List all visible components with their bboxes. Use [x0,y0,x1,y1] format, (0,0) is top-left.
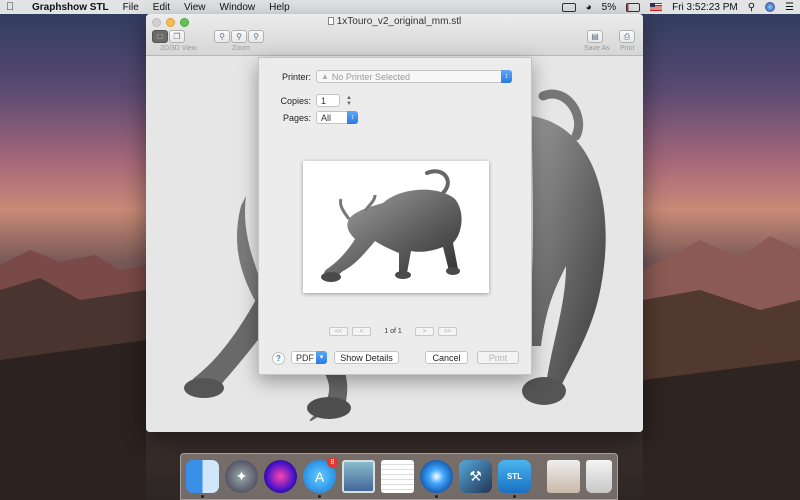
printer-value: No Printer Selected [331,71,410,82]
battery-percent[interactable]: 5% [602,2,616,13]
battery-icon[interactable] [626,2,641,12]
page-navigator: << < 1 of 1 > >> [329,327,457,336]
copies-row: Copies: 1 ▲ ▼ [269,94,353,107]
previous-page-button[interactable]: < [352,327,371,336]
copies-field[interactable]: 1 [316,94,340,107]
menu-edit[interactable]: Edit [153,2,170,13]
printer-select[interactable]: ▲ No Printer Selected ↕ [316,70,512,83]
title-bar: 1xTouro_v2_original_mm.stl □ ❐ 2D/3D Vie… [146,14,643,56]
running-indicator [201,495,204,498]
bull-preview-image [321,169,462,282]
chevron-down-icon: ▾ [316,351,327,364]
clock[interactable]: Fri 3:52:23 PM [672,2,738,13]
graphshow-stl-icon[interactable]: STL [498,460,531,498]
launchpad-icon[interactable]: ✦ [225,460,258,493]
save-as-group: ▤ [587,30,603,43]
xcode-icon[interactable]: ⚒ [459,460,492,493]
photos-icon[interactable] [547,460,580,493]
zoom-in-icon[interactable]: ⚲ [231,30,247,43]
view-label: 2D/3D View [160,45,197,52]
zoom-out-icon[interactable]: ⚲ [248,30,264,43]
save-as-label: Save As [584,45,610,52]
spotlight-icon[interactable]: ⚲ [748,2,755,13]
2d-view-button[interactable]: □ [152,30,168,43]
first-page-button[interactable]: << [329,327,348,336]
window-title: 1xTouro_v2_original_mm.stl [146,16,643,27]
notification-center-icon[interactable]: ☰ [785,2,794,13]
finder-icon[interactable] [186,460,219,498]
keyboard-icon[interactable] [561,2,576,12]
3d-view-button[interactable]: ❐ [169,30,185,43]
chevron-updown-icon: ↕ [501,70,512,83]
view-toggle-group: □ ❐ [152,30,185,43]
status-area: ◕ 5% Fri 3:52:23 PM ⚲ ☰ [561,2,794,13]
siri-menu-icon[interactable] [765,2,776,12]
stepper-down-icon[interactable]: ▼ [346,101,353,107]
copies-value: 1 [321,95,327,106]
pages-value: All [321,112,332,123]
printer-row: Printer: ▲ No Printer Selected ↕ [269,70,512,83]
pages-row: Pages: All ↕ [269,111,358,124]
save-as-icon[interactable]: ▤ [587,30,603,43]
print-button[interactable]: Print [477,351,519,364]
print-label: Print [620,45,635,52]
printer-label: Printer: [281,71,311,82]
warning-icon: ▲ [321,72,329,81]
print-group: ⎙ [619,30,635,43]
menu-help[interactable]: Help [269,2,290,13]
chevron-updown-icon: ↕ [347,111,358,124]
app-store-icon[interactable]: A8 [303,457,338,498]
siri-icon[interactable] [264,460,297,493]
zoom-fit-icon[interactable]: ⚲ [214,30,230,43]
menu-window[interactable]: Window [220,2,256,13]
print-preview [303,161,489,293]
stl-app-label: STL [506,472,523,481]
trash-icon[interactable] [586,460,612,493]
zoom-group: ⚲ ⚲ ⚲ [214,30,264,43]
help-button[interactable]: ? [272,352,285,365]
print-dialog: Printer: ▲ No Printer Selected ↕ Copies:… [258,57,532,375]
apple-menu-icon[interactable]:  [6,1,20,13]
next-page-button[interactable]: > [415,327,434,336]
wifi-icon[interactable]: ◕ [586,2,592,13]
pdf-menu-button[interactable]: PDF ▾ [291,351,327,364]
running-indicator [435,495,438,498]
copies-label: Copies: [280,95,311,106]
pages-select[interactable]: All ↕ [316,111,358,124]
document-icon [327,17,334,25]
app-window: 1xTouro_v2_original_mm.stl □ ❐ 2D/3D Vie… [146,14,643,432]
last-page-button[interactable]: >> [438,327,457,336]
dock: ✦ A8 ⚒ STL [180,453,618,500]
zoom-label: Zoom [232,45,250,52]
show-details-button[interactable]: Show Details [334,351,399,364]
textedit-icon[interactable] [381,460,414,493]
safari-icon[interactable] [420,460,453,498]
menu-app-name[interactable]: Graphshow STL [32,2,109,13]
update-count-badge: 8 [327,457,338,468]
menu-bar:  Graphshow STL File Edit View Window He… [0,0,800,14]
running-indicator [318,495,321,498]
copies-stepper[interactable]: ▲ ▼ [346,95,353,107]
window-title-text: 1xTouro_v2_original_mm.stl [336,16,462,27]
input-source-flag-icon[interactable] [650,3,663,11]
menu-file[interactable]: File [123,2,139,13]
pdf-label: PDF [296,352,314,363]
page-indicator: 1 of 1 [384,328,402,335]
menu-view[interactable]: View [184,2,206,13]
printer-icon[interactable]: ⎙ [619,30,635,43]
running-indicator [513,495,516,498]
cancel-button[interactable]: Cancel [425,351,468,364]
preview-icon[interactable] [342,460,375,493]
pages-label: Pages: [282,112,311,123]
